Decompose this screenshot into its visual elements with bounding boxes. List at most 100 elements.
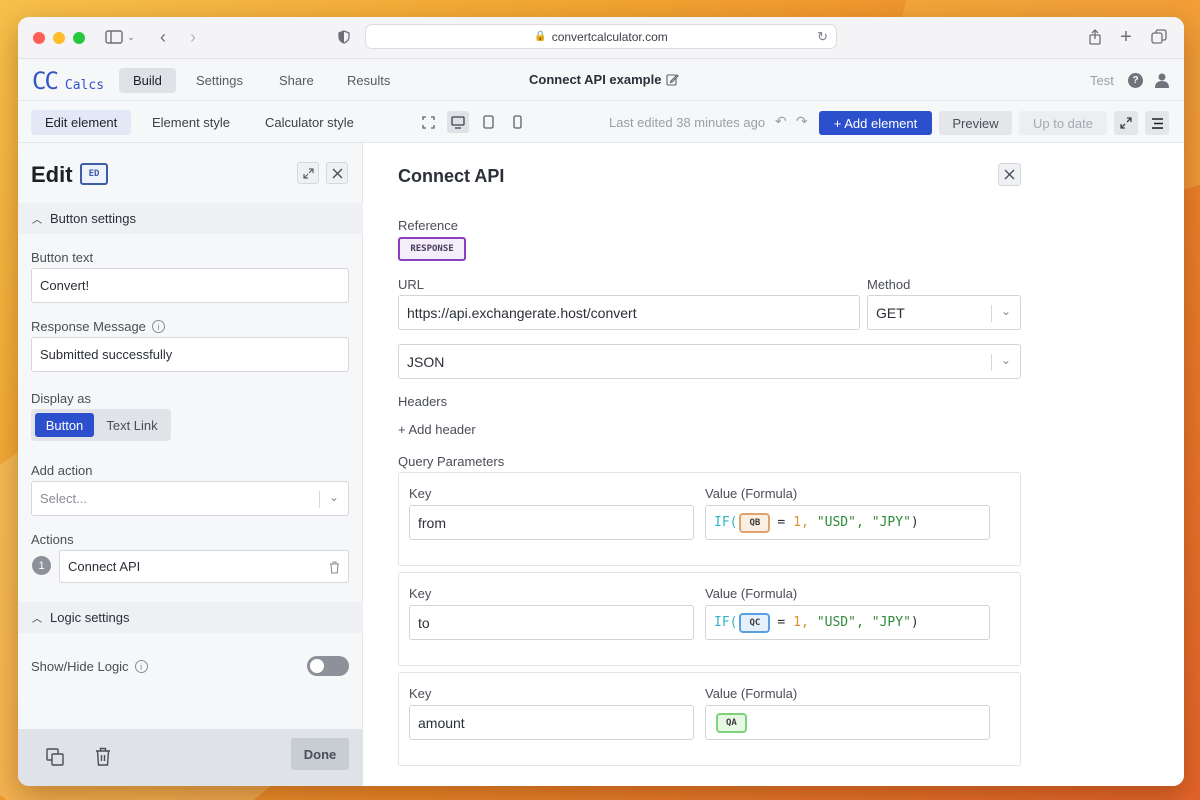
add-element-button[interactable]: + Add element: [819, 111, 932, 135]
formula-str2: "JPY": [871, 515, 911, 530]
help-icon[interactable]: ?: [1128, 73, 1143, 88]
formula-op: =: [777, 515, 786, 530]
close-window-button[interactable]: [33, 32, 45, 44]
undo-icon[interactable]: ↶: [775, 113, 787, 130]
element-badge: ED: [80, 163, 108, 185]
nav-results[interactable]: Results: [333, 68, 404, 93]
param-formula-input[interactable]: IF( QC = 1, "USD", "JPY" ): [705, 605, 990, 640]
param-formula-input[interactable]: QA: [705, 705, 990, 740]
preview-button[interactable]: Preview: [939, 111, 1012, 135]
tablet-view-icon[interactable]: [477, 111, 499, 133]
redo-icon[interactable]: ↷: [796, 113, 808, 130]
param-key-input[interactable]: from: [409, 505, 694, 540]
mobile-view-icon[interactable]: [506, 111, 528, 133]
connect-api-title: Connect API: [398, 166, 505, 186]
main-close-button[interactable]: [998, 163, 1021, 186]
nav-build[interactable]: Build: [119, 68, 176, 93]
edit-pencil-icon[interactable]: [666, 73, 680, 86]
formula-fn: IF(: [714, 515, 738, 530]
show-hide-text: Show/Hide Logic: [31, 659, 129, 674]
tab-calculator-style[interactable]: Calculator style: [251, 110, 368, 135]
param-key-label: Key: [409, 686, 432, 701]
new-tab-icon[interactable]: +: [1116, 26, 1136, 48]
close-icon: [1004, 169, 1015, 180]
toggle-knob: [310, 659, 324, 673]
query-param-row: Key from Value (Formula) IF( QB = 1, "US…: [398, 472, 1021, 566]
editor-toolbar: Edit element Element style Calculator st…: [18, 101, 1184, 143]
button-settings-title: Button settings: [50, 211, 136, 226]
param-key-value: to: [418, 614, 430, 631]
display-button-option[interactable]: Button: [35, 413, 94, 437]
param-formula-input[interactable]: IF( QB = 1, "USD", "JPY" ): [705, 505, 990, 540]
formula-ref-chip[interactable]: QA: [716, 712, 747, 733]
project-title[interactable]: Connect API example: [529, 72, 680, 87]
panel-close-button[interactable]: [326, 162, 348, 184]
lock-icon: 🔒: [534, 31, 547, 42]
button-text-label: Button text: [31, 250, 94, 265]
param-key-label: Key: [409, 586, 432, 601]
info-icon[interactable]: i: [134, 660, 148, 673]
browser-window: ⌄ ‹ › 🔒 convertcalculator.com ↻ + CC Cal…: [18, 17, 1184, 786]
add-action-label: Add action: [31, 463, 93, 478]
show-hide-label: Show/Hide Logic i: [31, 659, 148, 674]
address-bar[interactable]: 🔒 convertcalculator.com ↻: [365, 24, 837, 49]
format-select[interactable]: JSON ⌄: [398, 344, 1021, 379]
formula-ref-chip[interactable]: QB: [739, 512, 771, 533]
button-text-input[interactable]: Convert!: [31, 268, 349, 303]
param-key-input[interactable]: amount: [409, 705, 694, 740]
info-icon[interactable]: i: [151, 320, 165, 333]
tab-edit-element[interactable]: Edit element: [31, 110, 132, 135]
display-textlink-option[interactable]: Text Link: [97, 413, 167, 437]
response-message-text: Response Message: [31, 319, 146, 334]
forward-icon[interactable]: ›: [183, 26, 203, 48]
logo-cc: CC: [32, 67, 59, 95]
back-icon[interactable]: ‹: [153, 26, 173, 48]
method-label: Method: [867, 277, 911, 292]
duplicate-icon[interactable]: [46, 748, 64, 766]
reference-badge[interactable]: RESPONSE: [398, 237, 466, 261]
formula-str2: "JPY": [871, 615, 911, 630]
app-logo[interactable]: CC Calcs: [32, 67, 104, 95]
response-message-input[interactable]: Submitted successfully: [31, 337, 349, 372]
action-item-connect-api[interactable]: Connect API: [59, 550, 349, 583]
nav-share[interactable]: Share: [265, 68, 328, 93]
chevron-down-icon: ⌄: [1000, 353, 1011, 367]
user-label[interactable]: Test: [1090, 73, 1114, 88]
share-icon[interactable]: [1085, 26, 1105, 48]
formula-ref-chip[interactable]: QC: [739, 612, 771, 633]
expand-icon[interactable]: [1114, 111, 1138, 135]
show-hide-toggle[interactable]: [307, 656, 349, 676]
tab-element-style[interactable]: Element style: [138, 110, 244, 135]
param-value-label: Value (Formula): [705, 586, 798, 601]
fullscreen-icon[interactable]: [417, 111, 439, 133]
formula-op: =: [777, 615, 786, 630]
sidebar-toggle-icon[interactable]: ⌄: [100, 26, 140, 48]
tab-overview-icon[interactable]: [1149, 26, 1169, 48]
reference-label: Reference: [398, 218, 458, 233]
query-param-row: Key to Value (Formula) IF( QC = 1, "USD"…: [398, 572, 1021, 666]
url-input[interactable]: https://api.exchangerate.host/convert: [398, 295, 860, 330]
zoom-window-button[interactable]: [73, 32, 85, 44]
minimize-window-button[interactable]: [53, 32, 65, 44]
panel-expand-button[interactable]: [297, 162, 319, 184]
privacy-shield-icon[interactable]: [336, 26, 352, 48]
menu-icon[interactable]: [1145, 111, 1169, 135]
add-action-select[interactable]: Select... ⌄: [31, 481, 349, 516]
up-to-date-button[interactable]: Up to date: [1019, 111, 1107, 135]
desktop-view-icon[interactable]: [447, 111, 469, 133]
method-select[interactable]: GET ⌄: [867, 295, 1021, 330]
button-settings-header[interactable]: ︿ Button settings: [18, 203, 363, 234]
delete-icon[interactable]: [95, 747, 111, 766]
add-header-link[interactable]: + Add header: [398, 422, 476, 437]
param-value-label: Value (Formula): [705, 486, 798, 501]
nav-settings[interactable]: Settings: [182, 68, 257, 93]
logic-settings-header[interactable]: ︿ Logic settings: [18, 602, 363, 633]
reload-icon[interactable]: ↻: [817, 29, 828, 45]
project-title-text: Connect API example: [529, 72, 662, 87]
headers-label: Headers: [398, 394, 448, 409]
trash-icon[interactable]: [329, 561, 340, 574]
param-key-input[interactable]: to: [409, 605, 694, 640]
done-button[interactable]: Done: [291, 738, 349, 770]
user-avatar-icon[interactable]: [1155, 73, 1169, 88]
last-edited-text: Last edited 38 minutes ago: [609, 115, 766, 130]
